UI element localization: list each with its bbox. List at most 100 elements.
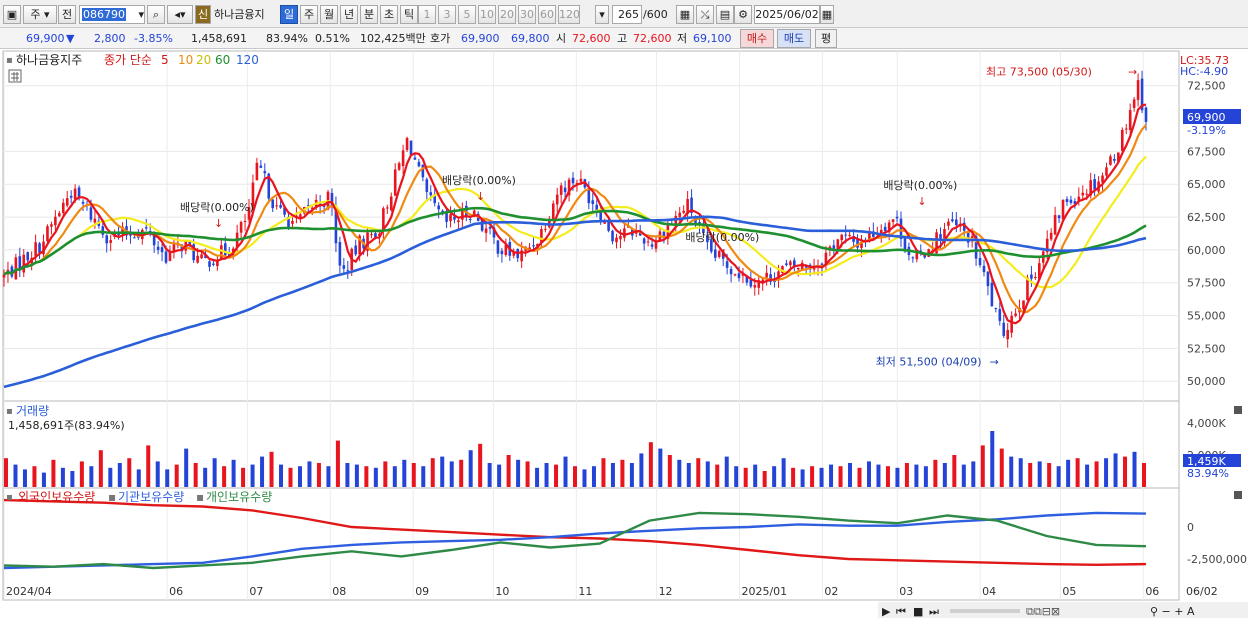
volume-bar <box>440 456 445 487</box>
volume-bar <box>525 461 530 487</box>
candle-body <box>484 228 488 233</box>
current-price: 69,900 <box>26 32 65 45</box>
volume-bar <box>629 463 634 487</box>
candle-body <box>725 261 729 268</box>
candle-body <box>789 261 792 266</box>
minute-tab-3[interactable]: 3 <box>438 5 456 24</box>
candle-body <box>259 165 263 168</box>
volume-bar <box>383 461 388 487</box>
period-tab-5[interactable]: 초 <box>380 5 398 24</box>
volume-tag-pct: 83.94% <box>1187 467 1229 480</box>
volume-bar <box>316 463 321 487</box>
candle-body <box>1022 300 1025 310</box>
calendar-icon[interactable]: ▦ <box>820 5 834 24</box>
minute-tab-60[interactable]: 60 <box>538 5 556 24</box>
stock-code-input[interactable]: 086790 ▾ <box>79 5 145 24</box>
turnover: 0.51% <box>315 32 350 45</box>
period-tab-4[interactable]: 분 <box>360 5 378 24</box>
date-input[interactable]: 2025/06/02 <box>754 5 820 24</box>
candle-body <box>1061 199 1065 220</box>
period-tab-0[interactable]: 일 <box>280 5 298 24</box>
volume-bar <box>1028 463 1033 487</box>
candle-body <box>421 164 425 178</box>
volume-close-icon[interactable] <box>1234 406 1242 414</box>
period-select[interactable]: 주 ▾ <box>23 5 57 24</box>
x-tick-label: 04 <box>982 585 996 598</box>
candle-body <box>844 234 847 236</box>
candle-body <box>397 163 401 170</box>
period-tab-3[interactable]: 년 <box>340 5 358 24</box>
minute-tab-120[interactable]: 120 <box>558 5 580 24</box>
play-icon[interactable]: ▶ <box>882 605 891 618</box>
sell-button[interactable]: 매도 <box>777 29 811 48</box>
minute-tab-5[interactable]: 5 <box>458 5 476 24</box>
period-tab-2[interactable]: 월 <box>320 5 338 24</box>
trade-amount: 102,425백만 <box>360 32 426 45</box>
rewind-icon[interactable]: ⏮ <box>896 605 906 618</box>
candle-body <box>832 245 836 249</box>
candle-body <box>93 218 97 223</box>
dropdown-icon[interactable]: ▾ <box>595 5 609 24</box>
volume-bar <box>601 458 606 487</box>
search-icon[interactable]: ⌕ <box>147 5 165 24</box>
candle-body <box>895 216 899 219</box>
volume-bar <box>1037 461 1042 487</box>
draw-icon[interactable]: ⤯ <box>696 5 714 24</box>
candle-body <box>291 220 294 224</box>
eval-button[interactable]: 평 <box>815 29 837 48</box>
prev-button[interactable]: 전 <box>58 5 76 24</box>
save-icon[interactable]: ▤ <box>716 5 734 24</box>
candle-body <box>243 220 247 222</box>
volume-bar <box>743 467 748 487</box>
x-tick-label: 07 <box>249 585 263 598</box>
volume-bar <box>79 461 84 487</box>
volume-bar <box>127 458 132 487</box>
minute-tab-30[interactable]: 30 <box>518 5 536 24</box>
scroll-slider[interactable] <box>950 609 1020 613</box>
layout-icon[interactable]: ▣ <box>3 5 21 24</box>
price-ytick: 60,000 <box>1187 244 1226 257</box>
buy-button[interactable]: 매수 <box>740 29 774 48</box>
minute-tab-1[interactable]: 1 <box>418 5 436 24</box>
candle-body <box>65 198 69 206</box>
volume-bar <box>117 463 122 487</box>
speaker-icon[interactable]: ◂▾ <box>167 5 193 24</box>
settings-dot-icon[interactable]: ▪ <box>6 55 13 66</box>
volume-bar <box>70 471 75 487</box>
candle-body <box>160 247 164 253</box>
minute-tab-20[interactable]: 20 <box>498 5 516 24</box>
x-tick-label: 2025/01 <box>741 585 787 598</box>
tools-icon[interactable]: ▦ <box>676 5 694 24</box>
volume-ytick: 4,000K <box>1187 417 1226 430</box>
candle-body <box>342 265 346 269</box>
hc-label: HC:-4.90 <box>1180 65 1228 78</box>
count-input[interactable]: 265 <box>612 5 642 24</box>
volume-bar <box>51 459 56 487</box>
volume-bar <box>497 464 502 487</box>
minute-tab-10[interactable]: 10 <box>478 5 496 24</box>
view-icons[interactable]: ⧉⧉⊟⊠ <box>1026 605 1060 618</box>
period-tab-6[interactable]: 틱 <box>400 5 418 24</box>
volume-bar <box>1066 459 1071 487</box>
open-price: 72,600 <box>572 32 611 45</box>
high-arrow-icon: → <box>1128 66 1137 79</box>
candle-body <box>903 238 907 250</box>
stop-icon[interactable]: ■ <box>913 605 923 618</box>
candle-body <box>848 235 851 237</box>
volume-bar <box>32 466 37 487</box>
period-tab-1[interactable]: 주 <box>300 5 318 24</box>
holdings-close-icon[interactable] <box>1234 491 1242 499</box>
gear-icon[interactable]: ⚙ <box>734 5 752 24</box>
grid-toggle-icon[interactable] <box>8 69 22 83</box>
volume-bar <box>165 469 170 487</box>
candle-body <box>765 272 768 278</box>
forward-icon[interactable]: ⏭ <box>929 605 939 618</box>
candle-body <box>713 249 717 258</box>
zoom-icons[interactable]: ⚲ − + A <box>1150 605 1195 618</box>
price-ytick: 57,500 <box>1187 277 1226 290</box>
candle-body <box>101 226 105 235</box>
candle-body <box>749 279 753 287</box>
volume-bar <box>544 463 549 487</box>
volume-bar <box>667 455 672 487</box>
volume-bar <box>345 463 350 487</box>
